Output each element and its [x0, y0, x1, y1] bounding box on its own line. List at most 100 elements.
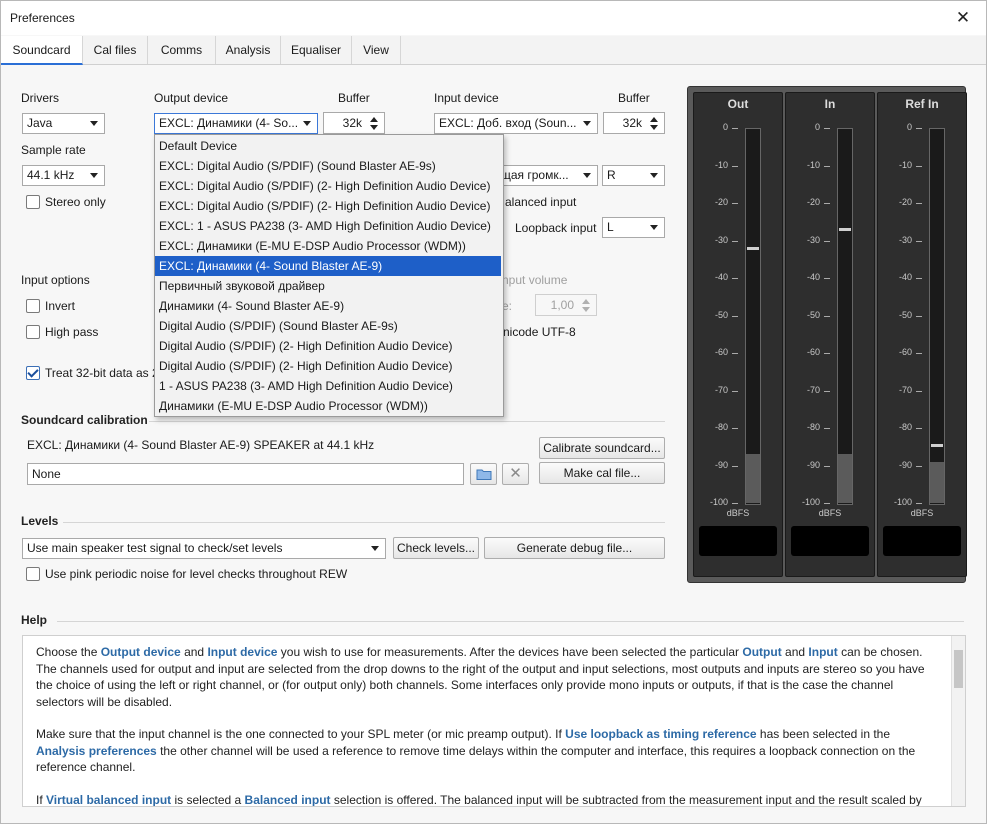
drivers-select[interactable]: Java [22, 113, 105, 134]
meter-tick [916, 353, 922, 354]
high-pass-checkbox[interactable] [26, 325, 40, 339]
meter-tick [916, 165, 922, 167]
calibration-heading: Soundcard calibration [21, 413, 148, 427]
output-buffer-spinner[interactable]: 32k [323, 112, 385, 134]
meter-tick-label: -10 [806, 159, 820, 170]
help-keyword[interactable]: Analysis preferences [36, 744, 157, 758]
sample-rate-select[interactable]: 44.1 kHz [22, 165, 105, 186]
calibration-status: EXCL: Динамики (4- Sound Blaster AE-9) S… [27, 438, 375, 452]
help-scrollbar[interactable] [951, 636, 965, 806]
close-icon[interactable]: ✕ [940, 1, 986, 35]
meter-tick-label: -40 [806, 272, 820, 282]
calibrate-soundcard-button[interactable]: Calibrate soundcard... [539, 437, 665, 459]
help-text: Make sure that the input channel is the … [36, 727, 566, 741]
spin-down-icon[interactable] [582, 307, 590, 312]
loopback-input-select[interactable]: L [602, 217, 665, 238]
meter-level-fill [838, 454, 852, 503]
clear-icon[interactable]: ✕ [502, 463, 529, 485]
tab-equaliser[interactable]: Equaliser [281, 36, 352, 64]
level-meters-panel: Out 0 -10 -20 -30 -40 -50 -60 -70 -80 -90 -100 dBFS I… [687, 86, 967, 583]
dropdown-option[interactable]: EXCL: 1 - ASUS PA238 (3- AMD High Defini… [155, 216, 501, 236]
spin-up-icon[interactable] [582, 299, 590, 304]
meter-tick-label: -90 [714, 459, 728, 470]
chevron-down-icon [583, 173, 591, 178]
meter-readout [791, 526, 869, 556]
invert-checkbox[interactable] [26, 299, 40, 313]
level-signal-select[interactable]: Use main speaker test signal to check/se… [22, 538, 386, 559]
help-keyword[interactable]: Use loopback as timing reference [565, 727, 756, 741]
help-keyword[interactable]: Output device [101, 645, 181, 659]
chevron-down-icon [371, 546, 379, 551]
check-levels-button[interactable]: Check levels... [393, 537, 479, 559]
help-text: Choose the [36, 645, 101, 659]
dropdown-option[interactable]: Динамики (4- Sound Blaster AE-9) [155, 296, 501, 316]
meter-tick [732, 503, 738, 504]
meter-tick-label: -80 [898, 422, 912, 432]
meter-tick-label: -80 [806, 422, 820, 432]
make-cal-file-button[interactable]: Make cal file... [539, 462, 665, 484]
dropdown-option[interactable]: Первичный звуковой драйвер [155, 276, 501, 296]
help-keyword[interactable]: Input [808, 645, 837, 659]
meter-tick-label: -90 [898, 459, 912, 470]
tab-comms[interactable]: Comms [148, 36, 216, 64]
dropdown-option[interactable]: EXCL: Динамики (E-MU E-DSP Audio Process… [155, 236, 501, 256]
output-buffer-label: Buffer [338, 91, 370, 105]
meter-tick-label: -60 [898, 347, 912, 357]
level-meter: Ref In 0 -10 -20 -30 -40 -50 -60 -70 -80 -90 -100 dB… [877, 92, 967, 577]
generate-debug-button[interactable]: Generate debug file... [484, 537, 665, 559]
meter-tick [824, 203, 830, 204]
meter-unit-label: dBFS [726, 508, 750, 518]
tab-cal-files[interactable]: Cal files [83, 36, 148, 64]
dropdown-option[interactable]: Динамики (E-MU E-DSP Audio Processor (WD… [155, 396, 501, 416]
pink-noise-checkbox[interactable] [26, 567, 40, 581]
meter-tick [916, 203, 922, 204]
dropdown-option[interactable]: EXCL: Digital Audio (S/PDIF) (Sound Blas… [155, 156, 501, 176]
help-keyword[interactable]: Output [742, 645, 781, 659]
spin-up-icon[interactable] [370, 117, 378, 122]
meter-tick-label: -100 [893, 497, 912, 507]
tab-soundcard[interactable]: Soundcard [1, 36, 83, 65]
dropdown-option[interactable]: Default Device [155, 136, 501, 156]
help-keyword[interactable]: Virtual balanced input [46, 793, 171, 807]
treat-32bit-checkbox[interactable] [26, 366, 40, 380]
input-channel-select[interactable]: R [602, 165, 665, 186]
cal-file-field[interactable]: None [27, 463, 464, 485]
input-volume-value: 1,00 [550, 298, 574, 312]
tab-view[interactable]: View [352, 36, 401, 64]
input-device-select[interactable]: EXCL: Доб. вход (Soun... [434, 113, 598, 134]
spin-up-icon[interactable] [650, 117, 658, 122]
meter-tick-label: -100 [709, 497, 728, 507]
meter-tick-label: -60 [714, 347, 728, 357]
dropdown-option[interactable]: Digital Audio (S/PDIF) (2- High Definiti… [155, 336, 501, 356]
invert-label: Invert [45, 299, 76, 313]
meter-tick [916, 128, 922, 129]
output-device-value: EXCL: Динамики (4- So... [159, 116, 299, 130]
input-volume-spinner[interactable]: 1,00 [535, 294, 597, 316]
dropdown-option[interactable]: Digital Audio (S/PDIF) (Sound Blaster AE… [155, 316, 501, 336]
chevron-down-icon [583, 121, 591, 126]
help-keyword[interactable]: Input device [207, 645, 277, 659]
stereo-only-checkbox[interactable] [26, 195, 40, 209]
divider [63, 522, 665, 523]
dropdown-option[interactable]: Digital Audio (S/PDIF) (2- High Definiti… [155, 356, 501, 376]
dropdown-option[interactable]: EXCL: Digital Audio (S/PDIF) (2- High De… [155, 196, 501, 216]
tab-analysis[interactable]: Analysis [216, 36, 281, 64]
meter-tick-label: -50 [714, 309, 728, 320]
meter-tick-label: -20 [714, 197, 728, 207]
output-buffer-value: 32k [342, 116, 362, 130]
input-buffer-spinner[interactable]: 32k [603, 112, 665, 134]
help-keyword[interactable]: Balanced input [245, 793, 331, 807]
help-heading: Help [21, 613, 48, 627]
meter-tick-label: -20 [898, 197, 912, 207]
dropdown-option[interactable]: EXCL: Динамики (4- Sound Blaster AE-9) [155, 256, 501, 276]
spin-down-icon[interactable] [650, 125, 658, 130]
spin-down-icon[interactable] [370, 125, 378, 130]
output-device-select[interactable]: EXCL: Динамики (4- So... [154, 113, 318, 134]
title-bar: Preferences ✕ [1, 1, 986, 35]
folder-icon[interactable] [470, 463, 497, 485]
dropdown-option[interactable]: 1 - ASUS PA238 (3- AMD High Definition A… [155, 376, 501, 396]
help-text: If [36, 792, 47, 807]
sample-rate-value: 44.1 kHz [27, 168, 75, 182]
dropdown-option[interactable]: EXCL: Digital Audio (S/PDIF) (2- High De… [155, 176, 501, 196]
scrollbar-thumb[interactable] [954, 650, 963, 688]
